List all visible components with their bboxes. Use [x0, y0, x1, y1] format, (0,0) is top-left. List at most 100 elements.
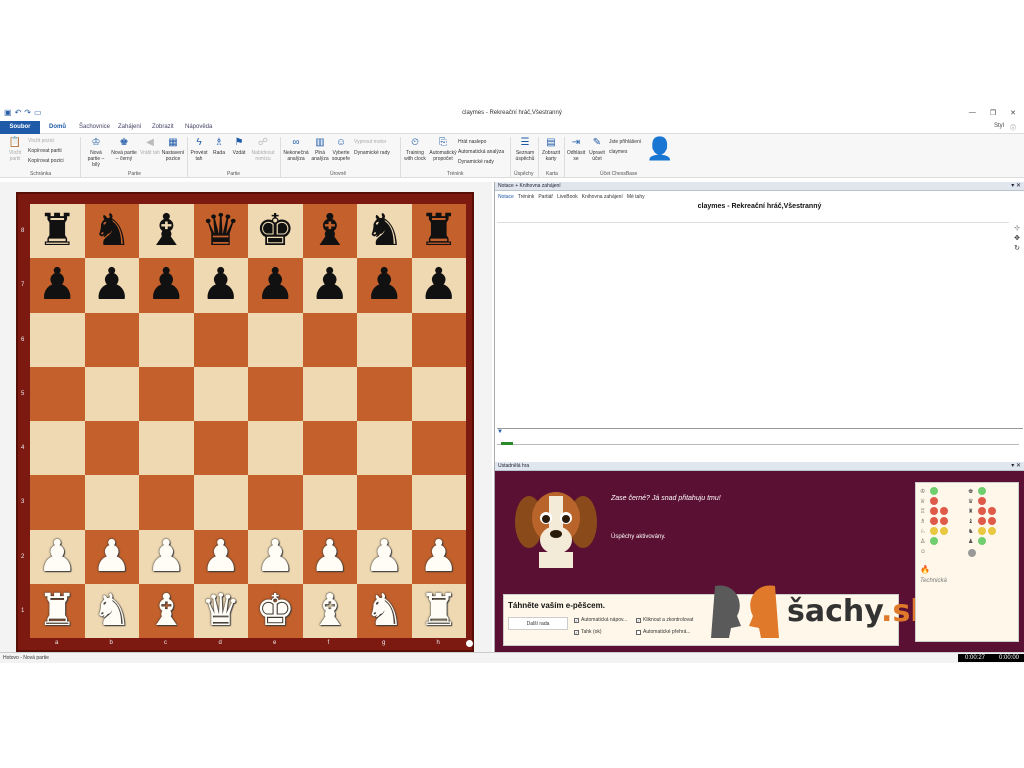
white-pawn-icon[interactable]: ♟ — [147, 534, 186, 579]
white-bishop-icon[interactable]: ♝ — [310, 588, 349, 633]
evaluation-graph[interactable]: ▼ — [497, 428, 1023, 458]
dynamic-hints-training-toggle[interactable]: Dynamické rady — [458, 159, 494, 165]
square-a2[interactable]: ♟ — [30, 529, 85, 584]
chess-board[interactable]: ♜ ♞ ♝ ♛ ♚ ♝ ♞ ♜ ♟ ♟ ♟ ♟ ♟ ♟ ♟ ♟ ♟ ♟ ♟ ♟ ♟ ♟ ♟ ♟ ♜ ♞ ♝ ♛ ♚ ♝ ♞ ♜ — [30, 204, 466, 638]
style-label[interactable]: Styl — [994, 123, 1004, 132]
click-check-checkbox[interactable]: ✓ Kliknout a zkontrolovat — [636, 617, 693, 623]
square-a1[interactable]: ♜ — [30, 583, 85, 638]
black-knight-icon[interactable]: ♞ — [365, 209, 404, 253]
square-h6[interactable] — [411, 312, 466, 367]
square-h1[interactable]: ♜ — [411, 583, 466, 638]
square-d8[interactable]: ♛ — [193, 204, 248, 259]
play-move-button[interactable]: ϟ Provést tah — [190, 137, 208, 162]
square-h8[interactable]: ♜ — [411, 204, 466, 259]
square-g4[interactable] — [357, 421, 412, 476]
tab-gamebook[interactable]: Partiář — [538, 194, 553, 200]
square-f7[interactable]: ♟ — [302, 258, 357, 313]
show-cards-button[interactable]: ▤ Zobrazit karty — [540, 137, 562, 162]
square-e6[interactable] — [248, 312, 303, 367]
auto-hint-checkbox[interactable]: ✓ Automatická nápov... — [574, 617, 627, 623]
square-g6[interactable] — [357, 312, 412, 367]
square-d2[interactable]: ♟ — [193, 529, 248, 584]
black-pawn-icon[interactable]: ♟ — [147, 263, 186, 307]
square-g1[interactable]: ♞ — [357, 583, 412, 638]
square-c1[interactable]: ♝ — [139, 583, 194, 638]
square-d4[interactable] — [193, 421, 248, 476]
tab-board[interactable]: Šachovnice — [79, 124, 110, 130]
square-b6[interactable] — [84, 312, 139, 367]
square-h7[interactable]: ♟ — [411, 258, 466, 313]
square-h3[interactable] — [411, 475, 466, 530]
white-king-icon[interactable]: ♚ — [256, 588, 295, 633]
black-bishop-icon[interactable]: ♝ — [147, 209, 186, 253]
square-h2[interactable]: ♟ — [411, 529, 466, 584]
next-hint-button[interactable]: Další rada — [508, 617, 568, 630]
notation-area[interactable] — [497, 222, 1009, 428]
tab-help[interactable]: Nápověda — [185, 124, 212, 130]
square-e1[interactable]: ♚ — [248, 583, 303, 638]
tab-view[interactable]: Zobrazit — [152, 124, 174, 130]
white-rook-icon[interactable]: ♜ — [38, 588, 77, 633]
white-pawn-icon[interactable]: ♟ — [201, 534, 240, 579]
square-b1[interactable]: ♞ — [84, 583, 139, 638]
square-f2[interactable]: ♟ — [302, 529, 357, 584]
move-icon[interactable]: ✥ — [1014, 234, 1020, 242]
square-b3[interactable] — [84, 475, 139, 530]
resign-button[interactable]: ⚑ Vzdát — [230, 137, 248, 156]
black-queen-icon[interactable]: ♛ — [201, 209, 240, 253]
black-knight-icon[interactable]: ♞ — [92, 209, 131, 253]
white-knight-icon[interactable]: ♞ — [365, 588, 404, 633]
tab-openings[interactable]: Zahájení — [118, 124, 141, 130]
square-d7[interactable]: ♟ — [193, 258, 248, 313]
black-pawn-icon[interactable]: ♟ — [419, 263, 458, 307]
square-c2[interactable]: ♟ — [139, 529, 194, 584]
white-rook-icon[interactable]: ♜ — [419, 588, 458, 633]
user-avatar[interactable]: 👤 — [646, 136, 673, 166]
tab-livebook[interactable]: LiveBook — [557, 194, 578, 200]
pin-icon[interactable]: ⊹ — [1014, 224, 1020, 232]
square-g3[interactable] — [357, 475, 412, 530]
white-queen-icon[interactable]: ♛ — [201, 588, 240, 633]
square-e2[interactable]: ♟ — [248, 529, 303, 584]
tab-home[interactable]: Domů — [49, 124, 66, 130]
white-pawn-icon[interactable]: ♟ — [310, 534, 349, 579]
restore-icon[interactable]: ❐ — [990, 109, 996, 117]
square-d3[interactable] — [193, 475, 248, 530]
square-e8[interactable]: ♚ — [248, 204, 303, 259]
square-a7[interactable]: ♟ — [30, 258, 85, 313]
training-clock-button[interactable]: ⏲ Training with clock — [403, 137, 427, 162]
square-g8[interactable]: ♞ — [357, 204, 412, 259]
copy-position-button[interactable]: Kopírovat pozici — [28, 158, 64, 164]
achievements-list-button[interactable]: ☰ Seznam úspěchů — [512, 137, 538, 162]
square-a3[interactable] — [30, 475, 85, 530]
panel-close-icon[interactable]: ▾ ✕ — [1011, 462, 1021, 471]
logout-button[interactable]: ⇥ Odhlásit se — [566, 137, 586, 162]
black-pawn-icon[interactable]: ♟ — [38, 263, 77, 307]
new-game-black-button[interactable]: ♚ Nová partie – černý — [110, 137, 138, 162]
move-ok-checkbox[interactable]: ✓ Tahk (ok) — [574, 629, 602, 635]
black-king-icon[interactable]: ♚ — [256, 209, 295, 253]
white-knight-icon[interactable]: ♞ — [92, 588, 131, 633]
square-g5[interactable] — [357, 366, 412, 421]
choose-opponent-button[interactable]: ☺ Vyberte soupeře — [330, 137, 352, 162]
square-c6[interactable] — [139, 312, 194, 367]
auto-calc-button[interactable]: ⎘ Automatický propočet — [429, 137, 457, 162]
tab-file[interactable]: Soubor — [0, 121, 40, 134]
auto-replay-checkbox[interactable]: Automatické přehrá... — [636, 629, 691, 635]
square-f3[interactable] — [302, 475, 357, 530]
square-a6[interactable] — [30, 312, 85, 367]
black-pawn-icon[interactable]: ♟ — [201, 263, 240, 307]
square-b4[interactable] — [84, 421, 139, 476]
square-e5[interactable] — [248, 366, 303, 421]
square-h5[interactable] — [411, 366, 466, 421]
square-g2[interactable]: ♟ — [357, 529, 412, 584]
blind-play-toggle[interactable]: Hrát naslepo — [458, 139, 486, 145]
paste-position-button[interactable]: Vložit pozici — [28, 138, 54, 144]
black-pawn-icon[interactable]: ♟ — [310, 263, 349, 307]
square-f4[interactable] — [302, 421, 357, 476]
square-e7[interactable]: ♟ — [248, 258, 303, 313]
white-pawn-icon[interactable]: ♟ — [38, 534, 77, 579]
square-c5[interactable] — [139, 366, 194, 421]
panel-close-icon[interactable]: ▾ ✕ — [1011, 182, 1021, 191]
help-icon[interactable]: ⓘ — [1010, 123, 1016, 132]
